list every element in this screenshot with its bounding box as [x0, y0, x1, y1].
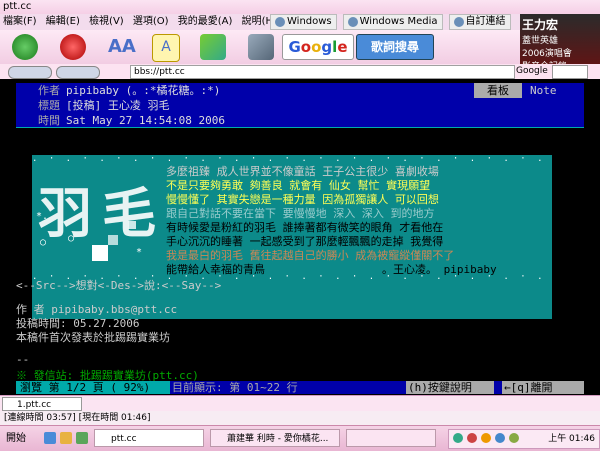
time-value: Sat May 27 14:54:08 2006 [66, 114, 225, 127]
header-time-row: 時間 Sat May 27 14:54:08 2006 [16, 113, 584, 128]
cube-deco [92, 245, 108, 261]
dash-line: -- [16, 353, 30, 366]
menu-edit[interactable]: 編輯(E) [46, 16, 80, 27]
menu-view[interactable]: 檢視(V) [89, 16, 124, 27]
google-search-label: Google [516, 66, 548, 76]
cube-deco [108, 235, 118, 245]
bbs-status-bar: 瀏覽 第 1/2 頁 ( 92%) 目前顯示: 第 01~22 行 (h)按鍵說… [16, 381, 584, 394]
link-custom[interactable]: 自訂連結 [448, 14, 511, 30]
window-title: ptt.cc [3, 1, 32, 12]
media-icon[interactable] [76, 432, 88, 444]
folder-icon[interactable] [60, 432, 72, 444]
circle-deco: ○ [68, 233, 75, 244]
dots-top: . · . · . · . · . · . · . · . · . · . · … [32, 155, 552, 163]
leave-key[interactable]: ←[q]離開 [502, 381, 584, 394]
start-button[interactable]: 開始 [2, 429, 40, 448]
link-windows-media[interactable]: Windows Media [342, 14, 443, 30]
title-key: 標題 [16, 98, 60, 113]
address-bar: bbs://ptt.cc Google [0, 64, 600, 79]
ie-icon [347, 17, 358, 27]
window-titlebar: ptt.cc [0, 0, 600, 14]
line-range: 目前顯示: 第 01~22 行 [172, 381, 298, 394]
tray-icon[interactable] [481, 433, 491, 443]
promo-line1: 蓋世英雄 [522, 36, 559, 46]
font-size-icon[interactable]: AA [108, 34, 136, 60]
page-indicator: 瀏覽 第 1/2 頁 ( 92%) [16, 381, 170, 394]
google-search-input[interactable] [552, 65, 588, 79]
task-music[interactable]: 蕭建華 利時 - 愛你橘花... [210, 429, 340, 447]
link-label: Windows [287, 16, 332, 27]
header-separator [16, 127, 584, 128]
author-key: 作者 [16, 83, 60, 98]
help-key[interactable]: (h)按鍵說明 [406, 381, 494, 394]
font-style-icon[interactable]: A [152, 34, 180, 62]
task-ptt[interactable]: ptt.cc [94, 429, 204, 447]
lyrics-search-button[interactable]: 歌詞搜尋 [356, 34, 434, 60]
promo-line2: 2006演唱會 [522, 49, 572, 59]
taskbar: 開始 ptt.cc 蕭建華 利時 - 愛你橘花... 上午 01:46 [0, 425, 600, 451]
link-label: 自訂連結 [465, 16, 506, 27]
links-bar: Windows Windows Media 自訂連結 [270, 14, 511, 30]
tray-icon[interactable] [453, 433, 463, 443]
menu-options[interactable]: 選項(O) [133, 16, 169, 27]
src-des-say-line: <--Src-->想對<-Des->說:<--Say--> [16, 279, 222, 292]
ie-icon [275, 17, 285, 27]
ie-icon [453, 17, 464, 27]
circle-deco: ○ [40, 237, 47, 248]
time-key: 時間 [16, 113, 60, 128]
board-value: Note [530, 84, 557, 97]
tab-ptt[interactable]: 1.ptt.cc [2, 397, 82, 411]
signature-art: . · . · . · . · . · . · . · . · . · . · … [32, 155, 552, 319]
tray-icon[interactable] [495, 433, 505, 443]
signature-big-text: 羽毛 [38, 182, 166, 245]
first-publish-line: 本稿件首次發表於批踢踢實業坊 [16, 331, 170, 344]
ie-icon[interactable] [44, 432, 56, 444]
cube-icon[interactable] [248, 34, 274, 60]
system-tray: 上午 01:46 [448, 429, 600, 449]
connection-status: [連線時間 03:57] [現在時間 01:46] [0, 411, 600, 425]
promo-name: 王力宏 [522, 18, 559, 32]
author-value: pipibaby (。:*橘花糖。:*) [66, 84, 221, 97]
package-icon[interactable] [200, 34, 226, 60]
cube-deco [128, 221, 136, 229]
menu-file[interactable]: 檔案(F) [3, 16, 37, 27]
connect-icon[interactable] [12, 34, 38, 60]
clock: 上午 01:46 [548, 434, 595, 444]
task-untitled[interactable] [346, 429, 436, 447]
board-key: 看板 [474, 83, 522, 98]
header-author-row: 作者 pipibaby (。:*橘花糖。:*) 看板 Note [16, 83, 584, 98]
disconnect-icon[interactable] [60, 34, 86, 60]
toolbar: AA A Google 歌詞搜尋 [0, 30, 520, 64]
tray-icon[interactable] [467, 433, 477, 443]
nav-back-pill[interactable] [8, 66, 52, 79]
link-windows[interactable]: Windows [270, 14, 337, 30]
nav-forward-pill[interactable] [56, 66, 100, 79]
tab-strip: 1.ptt.cc [0, 395, 600, 412]
address-input[interactable]: bbs://ptt.cc [130, 65, 515, 79]
google-button[interactable]: Google [282, 34, 354, 60]
star-deco: * [136, 247, 143, 258]
bbs-terminal[interactable]: 作者 pipibaby (。:*橘花糖。:*) 看板 Note 標題 [投稿] … [0, 79, 600, 395]
title-value: [投稿] 王心凌 羽毛 [66, 99, 170, 112]
menu-favorites[interactable]: 我的最愛(A) [178, 16, 233, 27]
volume-icon[interactable] [509, 433, 519, 443]
link-label: Windows Media [359, 16, 438, 27]
star-deco: *. [36, 211, 49, 222]
header-title-row: 標題 [投稿] 王心凌 羽毛 [16, 98, 584, 113]
